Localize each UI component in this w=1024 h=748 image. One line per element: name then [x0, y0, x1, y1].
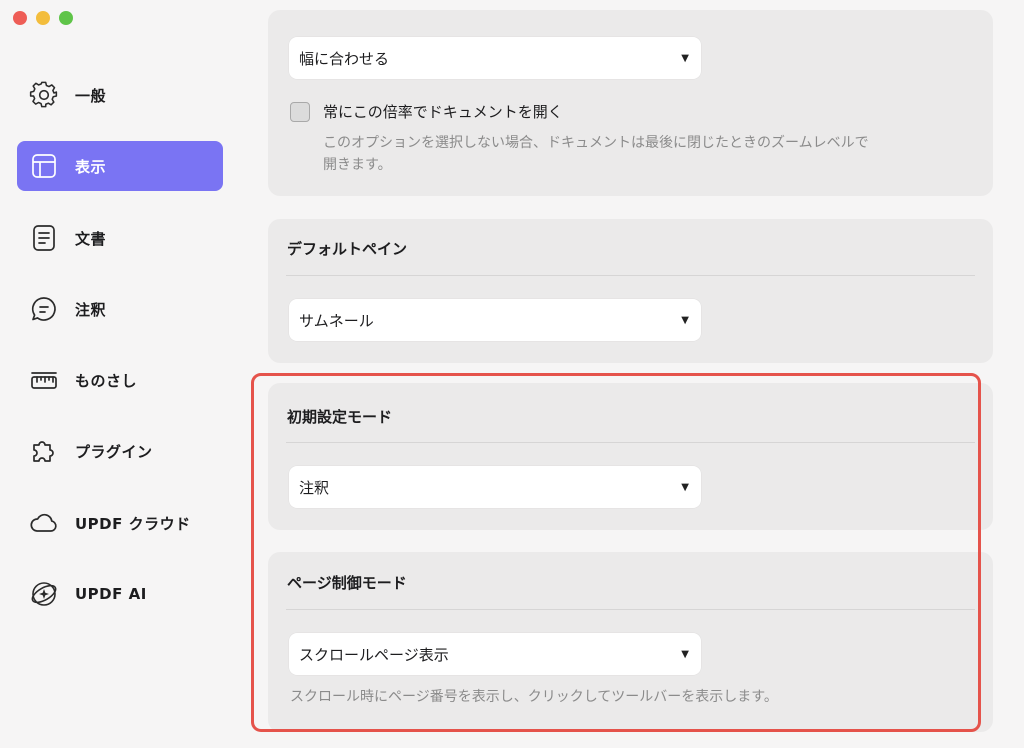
always-open-zoom-checkbox[interactable] [290, 101, 310, 122]
comment-icon [27, 292, 61, 326]
zoom-description-line: 開きます。 [323, 157, 392, 173]
zoom-select-value: 幅に合わせる [299, 49, 390, 68]
sidebar-item-label: UPDF クラウド [75, 514, 191, 533]
default-pane-select[interactable]: サムネール ▼ [289, 299, 701, 341]
sidebar-item-label: 一般 [75, 86, 107, 105]
sidebar-item-display[interactable]: 表示 [17, 141, 223, 191]
ruler-icon [27, 363, 61, 397]
gear-icon [27, 78, 61, 112]
sidebar-item-cloud[interactable]: UPDF クラウド [17, 498, 223, 548]
sidebar-item-label: プラグイン [75, 442, 153, 461]
always-open-zoom-label: 常にこの倍率でドキュメントを開く [323, 103, 563, 121]
page-control-mode-description: スクロール時にページ番号を表示し、クリックしてツールバーを表示します。 [290, 689, 778, 705]
initial-mode-card: 初期設定モード 注釈 ▼ [268, 383, 993, 530]
puzzle-icon [27, 434, 61, 468]
cloud-icon [27, 506, 61, 540]
page-control-mode-select-value: スクロールページ表示 [299, 645, 449, 664]
sidebar-item-ai[interactable]: UPDF AI [17, 569, 223, 619]
divider [286, 609, 975, 610]
page-control-mode-select[interactable]: スクロールページ表示 ▼ [289, 633, 701, 675]
zoom-settings-card: 幅に合わせる ▼ 常にこの倍率でドキュメントを開く このオプションを選択しない場… [268, 10, 993, 196]
sidebar-item-measure[interactable]: ものさし [17, 355, 223, 405]
sidebar-item-label: 表示 [75, 157, 107, 176]
chevron-down-icon: ▼ [681, 481, 689, 493]
sidebar-item-label: UPDF AI [75, 585, 147, 603]
default-pane-title: デフォルトペイン [287, 240, 408, 258]
layout-icon [27, 149, 61, 183]
page-control-mode-title: ページ制御モード [287, 574, 407, 592]
sidebar: 一般 表示 文書 注釈 ものさし プラグイン UPDF クラウド UPDF AI [0, 0, 240, 748]
initial-mode-select[interactable]: 注釈 ▼ [289, 466, 701, 508]
document-icon [27, 221, 61, 255]
sidebar-item-plugins[interactable]: プラグイン [17, 426, 223, 476]
divider [286, 442, 975, 443]
sidebar-item-general[interactable]: 一般 [17, 70, 223, 120]
sidebar-item-document[interactable]: 文書 [17, 213, 223, 263]
sidebar-item-label: 注釈 [75, 300, 107, 319]
chevron-down-icon: ▼ [681, 52, 689, 64]
sidebar-item-label: 文書 [75, 229, 107, 248]
sidebar-item-annotation[interactable]: 注釈 [17, 284, 223, 334]
default-pane-card: デフォルトペイン サムネール ▼ [268, 219, 993, 363]
initial-mode-title: 初期設定モード [287, 408, 393, 426]
preferences-window: 一般 表示 文書 注釈 ものさし プラグイン UPDF クラウド UPDF AI… [0, 0, 1024, 748]
divider [286, 275, 975, 276]
always-open-zoom-row[interactable]: 常にこの倍率でドキュメントを開く [290, 101, 563, 122]
ai-icon [27, 577, 61, 611]
initial-mode-select-value: 注釈 [299, 478, 330, 497]
chevron-down-icon: ▼ [681, 314, 689, 326]
zoom-description-line: このオプションを選択しない場合、ドキュメントは最後に閉じたときのズームレベルで [323, 135, 869, 151]
zoom-select[interactable]: 幅に合わせる ▼ [289, 37, 701, 79]
zoom-description: このオプションを選択しない場合、ドキュメントは最後に閉じたときのズームレベルで … [323, 132, 869, 176]
default-pane-select-value: サムネール [299, 311, 374, 330]
sidebar-item-label: ものさし [75, 371, 138, 390]
page-control-mode-card: ページ制御モード スクロールページ表示 ▼ スクロール時にページ番号を表示し、ク… [268, 552, 993, 732]
chevron-down-icon: ▼ [681, 648, 689, 660]
